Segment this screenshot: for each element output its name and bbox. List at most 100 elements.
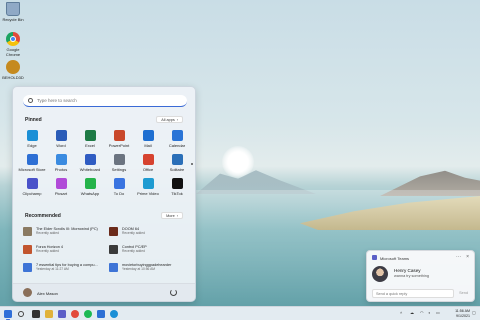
pinned-app-label: WhatsApp xyxy=(80,191,100,196)
store-icon xyxy=(26,154,38,165)
taskbar-file-explorer-icon[interactable] xyxy=(45,310,53,318)
close-icon[interactable]: × xyxy=(466,254,469,260)
forza-thumb-icon xyxy=(23,244,32,254)
recommended-item-text: Control PC/EP Recently added xyxy=(122,245,147,254)
office-icon xyxy=(142,154,154,165)
solitaire-icon xyxy=(171,154,183,165)
clock-time: 11:56 AM xyxy=(455,309,470,313)
recommended-item[interactable]: Forza Horizon 4 Recently added xyxy=(23,242,107,256)
recycle-bin-icon xyxy=(6,2,20,16)
start-footer: Alex Mason xyxy=(13,283,195,301)
pinned-app-whiteboard[interactable]: Whiteboard xyxy=(76,154,104,172)
page-indicator-dot[interactable] xyxy=(191,163,193,165)
desktop-icon-label: BEHOLD3D xyxy=(2,75,24,80)
pinned-app-photos[interactable]: Photos xyxy=(47,154,75,172)
recommended-item-subtitle: Recently added xyxy=(36,231,59,235)
pinned-app-label: Word xyxy=(56,143,66,148)
desktop-icon-behold3d[interactable]: BEHOLD3D xyxy=(2,60,24,80)
pinned-app-calendar[interactable]: Calendar xyxy=(163,130,191,148)
recommended-item[interactable]: The Elder Scrolls III: Morrowind (PC) Rec… xyxy=(23,224,107,238)
pinned-app-excel[interactable]: Excel xyxy=(76,130,104,148)
pinned-app-label: Settings xyxy=(111,167,127,172)
caller-name: Henry Casey xyxy=(394,268,421,273)
all-apps-label: All apps xyxy=(161,117,175,122)
control-thumb-icon xyxy=(109,244,118,254)
picsart-icon xyxy=(55,178,67,189)
pinned-app-solitaire[interactable]: Solitaire xyxy=(163,154,191,172)
pinned-app-mail[interactable]: Mail xyxy=(134,130,162,148)
recommended-item-subtitle: Yesterday at 10:56 AM xyxy=(122,267,156,271)
taskbar-edge-icon[interactable] xyxy=(110,310,118,318)
pinned-app-word[interactable]: Word xyxy=(47,130,75,148)
start-search-input[interactable] xyxy=(37,98,177,103)
desktop-icon-recycle-bin[interactable]: Recycle Bin xyxy=(2,2,24,22)
clock[interactable]: 11:56 AM 9/1/2021 xyxy=(455,309,470,318)
pinned-app-office[interactable]: Office xyxy=(134,154,162,172)
onedrive-icon[interactable]: ☁ xyxy=(410,310,414,315)
whiteboard-icon xyxy=(84,154,96,165)
pinned-app-microsoft-store[interactable]: Microsoft Store xyxy=(18,154,46,172)
pinned-app-label: TikTok xyxy=(171,191,183,196)
notification-message: wanna try something xyxy=(394,274,430,278)
recommended-item-text: 7 essential tips for buying a compu... Ye… xyxy=(36,263,98,272)
pinned-app-label: Picsart xyxy=(54,191,68,196)
user-name[interactable]: Alex Mason xyxy=(37,291,58,296)
taskbar-chrome-icon[interactable] xyxy=(71,310,79,318)
tiktok-icon xyxy=(171,178,183,189)
notification-center-icon[interactable]: ▢ xyxy=(472,310,476,315)
pinned-app-edge[interactable]: Edge xyxy=(18,130,46,148)
pinned-app-picsart[interactable]: Picsart xyxy=(47,178,75,196)
whatsapp-icon xyxy=(84,178,96,189)
powerpoint-icon xyxy=(113,130,125,141)
recommended-item[interactable]: Control PC/EP Recently added xyxy=(109,242,193,256)
wallpaper-mountains-left xyxy=(196,170,316,194)
taskbar-teams-icon[interactable] xyxy=(58,310,66,318)
recommended-item[interactable]: movietorbuyinggpadehearder Yesterday at 1… xyxy=(109,260,193,274)
recommended-item-subtitle: Recently added xyxy=(36,249,59,253)
start-menu: Pinned All apps › Edge Word Excel PowerPoin… xyxy=(12,86,196,302)
pinned-app-prime-video[interactable]: Prime Video xyxy=(134,178,162,196)
taskbar-task-view-icon[interactable] xyxy=(32,310,40,318)
desktop-icon-label: Recycle Bin xyxy=(2,17,24,22)
pinned-app-label: Mail xyxy=(144,143,152,148)
pinned-app-label: Excel xyxy=(85,143,95,148)
volume-icon[interactable]: ◖ xyxy=(428,310,430,315)
doom64-thumb-icon xyxy=(109,226,118,236)
pinned-app-to-do[interactable]: To Do xyxy=(105,178,133,196)
pinned-app-label: Calendar xyxy=(168,143,186,148)
taskbar-store-icon[interactable] xyxy=(97,310,105,318)
document-icon xyxy=(109,262,118,272)
todo-icon xyxy=(113,178,125,189)
pinned-app-label: Whiteboard xyxy=(79,167,101,172)
recommended-item[interactable]: DOOM 64 Recently added xyxy=(109,224,193,238)
power-icon[interactable] xyxy=(170,289,177,296)
quick-reply-input[interactable] xyxy=(372,289,454,298)
morrowind-thumb-icon xyxy=(23,226,32,236)
pinned-app-clipchamp[interactable]: Clipchamp xyxy=(18,178,46,196)
taskbar-windows-start-icon[interactable] xyxy=(4,310,12,318)
pinned-app-label: Clipchamp xyxy=(22,191,42,196)
send-button[interactable]: Send xyxy=(459,291,468,295)
teams-notification[interactable]: Microsoft Teams ··· × Henry Casey wanna … xyxy=(366,250,475,302)
recommended-item[interactable]: 7 essential tips for buying a compu... Ye… xyxy=(23,260,107,274)
avatar[interactable] xyxy=(23,288,32,297)
caller-avatar xyxy=(372,266,388,282)
pinned-app-whatsapp[interactable]: WhatsApp xyxy=(76,178,104,196)
taskbar-spotify-icon[interactable] xyxy=(84,310,92,318)
wifi-icon[interactable]: ◠ xyxy=(420,310,424,315)
calendar-icon xyxy=(171,130,183,141)
battery-icon[interactable]: ▭ xyxy=(436,310,440,315)
pinned-app-settings[interactable]: Settings xyxy=(105,154,133,172)
recommended-item-subtitle: Recently added xyxy=(122,231,145,235)
more-options-icon[interactable]: ··· xyxy=(456,254,461,260)
all-apps-button[interactable]: All apps › xyxy=(156,116,183,123)
pinned-app-powerpoint[interactable]: PowerPoint xyxy=(105,130,133,148)
chevron-up-icon[interactable]: ˄ xyxy=(400,310,402,315)
pinned-app-tiktok[interactable]: TikTok xyxy=(163,178,191,196)
taskbar-search-icon[interactable] xyxy=(18,311,24,317)
desktop-icon-chrome[interactable]: Google Chrome xyxy=(2,32,24,57)
excel-icon xyxy=(84,130,96,141)
more-button[interactable]: More › xyxy=(161,212,183,219)
teams-icon xyxy=(372,255,377,260)
start-search-box[interactable] xyxy=(23,95,187,107)
